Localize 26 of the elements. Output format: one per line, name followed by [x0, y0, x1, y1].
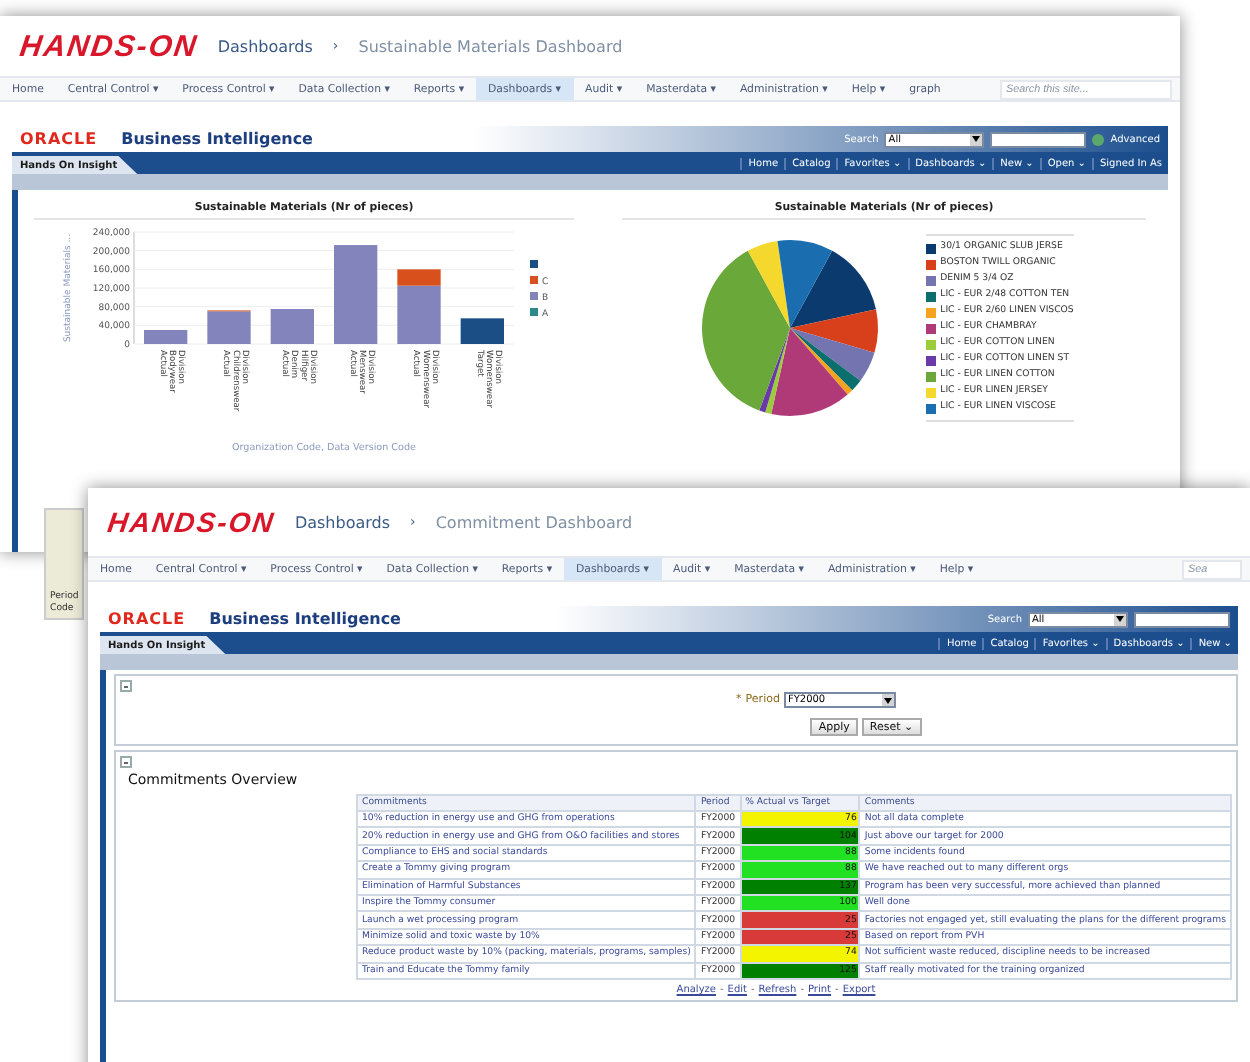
oracle-logo: ORACLE — [108, 610, 186, 628]
product-title: Business Intelligence — [209, 610, 401, 628]
dropdown-arrow-icon[interactable] — [881, 694, 894, 706]
search-field[interactable] — [1134, 611, 1230, 627]
oracle-logo: ORACLE — [20, 130, 98, 148]
collapse-icon[interactable] — [120, 680, 132, 692]
breadcrumb-link[interactable]: Dashboards — [294, 513, 391, 531]
legend-swatch — [530, 260, 538, 268]
bar — [460, 318, 504, 344]
collapse-icon[interactable] — [120, 756, 132, 768]
hands-on-logo: HANDS-ON — [17, 29, 201, 63]
dropdown-arrow-icon[interactable] — [970, 133, 983, 145]
legend-swatch — [530, 276, 538, 284]
breadcrumb-current: Sustainable Materials Dashboard — [358, 37, 623, 55]
search-field[interactable] — [990, 131, 1087, 147]
bar — [334, 245, 378, 344]
legend-swatch — [530, 308, 538, 316]
breadcrumb-current: Commitment Dashboard — [435, 513, 633, 531]
y-axis — [133, 231, 135, 345]
legend-swatch — [530, 292, 538, 300]
bar — [270, 309, 314, 344]
product-title: Business Intelligence — [121, 130, 313, 148]
bar — [144, 330, 188, 344]
hands-on-logo: HANDS-ON — [105, 506, 278, 538]
breadcrumb-link[interactable]: Dashboards — [217, 37, 313, 55]
dropdown-arrow-icon[interactable] — [1114, 613, 1126, 625]
